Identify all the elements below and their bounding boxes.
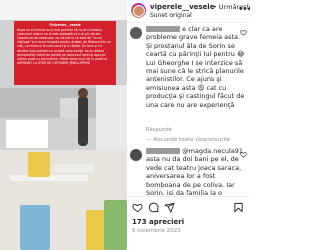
reply-link[interactable]: Răspunde — [146, 127, 172, 133]
profile-username[interactable]: viperele__vesele — [150, 3, 214, 11]
comment-item: e clar ca are probleme grave femeia asta… — [127, 25, 250, 135]
comment-text: e clar ca are probleme grave femeia asta… — [146, 25, 245, 109]
share-icon[interactable] — [164, 202, 175, 213]
redacted-username — [146, 26, 180, 32]
user-avatar-icon[interactable] — [130, 149, 142, 161]
post-header: viperele__vesele • Urmărește Sunet origi… — [127, 0, 250, 23]
instagram-post-view: @viperele__vesele După ce că Emma nu-ţi … — [0, 0, 250, 250]
heart-icon[interactable] — [132, 202, 143, 213]
follow-separator: • — [213, 3, 217, 11]
profile-avatar[interactable] — [131, 3, 146, 18]
caption-text: După ce că Emma nu-ţi mai permite să nu … — [17, 28, 111, 65]
comment-icon[interactable] — [148, 202, 159, 213]
caption-username: @viperele__vesele — [49, 23, 81, 27]
chair-green — [104, 200, 127, 250]
bookmark-icon[interactable] — [233, 202, 244, 213]
post-date: 6 noiembrie 2023 — [132, 228, 181, 234]
more-options-icon[interactable]: ••• — [238, 6, 250, 15]
user-avatar-icon[interactable] — [130, 27, 142, 39]
likes-count[interactable]: 173 aprecieri — [132, 218, 184, 226]
redacted-username — [146, 148, 180, 154]
avatar-image — [132, 4, 145, 17]
audio-label[interactable]: Sunet original — [150, 12, 192, 19]
heart-icon[interactable] — [240, 29, 247, 36]
comment-text: @magda.necula91 asta nu da doi bani pe e… — [146, 147, 244, 195]
heart-icon[interactable] — [240, 151, 247, 158]
post-actions-bar: 173 aprecieri 6 noiembrie 2023 — [127, 196, 250, 250]
chair-blue — [20, 205, 50, 250]
comment-body: @magda.necula91 asta nu da doi bani pe e… — [146, 147, 246, 195]
post-details-panel: viperele__vesele • Urmărește Sunet origi… — [127, 0, 250, 250]
comment-body: e clar ca are probleme grave femeia asta… — [146, 25, 246, 109]
video-caption: @viperele__vesele După ce că Emma nu-ţi … — [14, 21, 116, 85]
comment-item: @magda.necula91 asta nu da doi bani pe e… — [127, 147, 250, 195]
hide-replies-link[interactable]: — Ascunde toate răspunsurile — [146, 137, 230, 143]
comments-list: e clar ca are probleme grave femeia asta… — [127, 23, 250, 195]
post-video[interactable]: @viperele__vesele După ce că Emma nu-ţi … — [0, 0, 127, 250]
